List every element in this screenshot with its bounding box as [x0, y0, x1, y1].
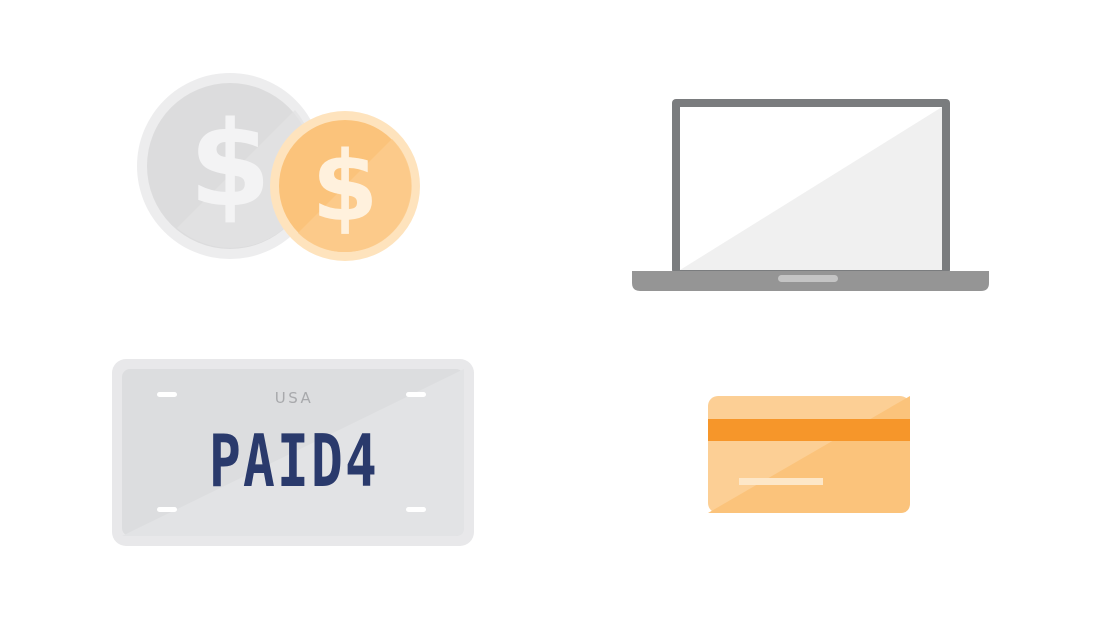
gold-coin-symbol: $ — [312, 131, 379, 243]
laptop-lid — [672, 99, 950, 274]
silver-coin-symbol: $ — [189, 95, 271, 233]
credit-card-icon — [705, 393, 913, 517]
mount-slot — [406, 392, 426, 397]
illustration-canvas: $ $ USA PAID4 — [0, 0, 1100, 618]
license-plate-icon: USA PAID4 — [108, 355, 478, 550]
signature-line — [739, 478, 823, 485]
coins-icon: $ $ — [130, 65, 430, 270]
laptop-base — [632, 271, 989, 291]
trackpad-notch — [778, 275, 838, 282]
plate-number: PAID4 — [209, 419, 379, 503]
mount-slot — [157, 507, 177, 512]
mount-slot — [406, 507, 426, 512]
plate-country: USA — [275, 389, 314, 407]
gold-coin: $ — [270, 111, 420, 261]
laptop-icon — [628, 95, 994, 295]
mount-slot — [157, 392, 177, 397]
magnetic-stripe — [708, 419, 910, 441]
